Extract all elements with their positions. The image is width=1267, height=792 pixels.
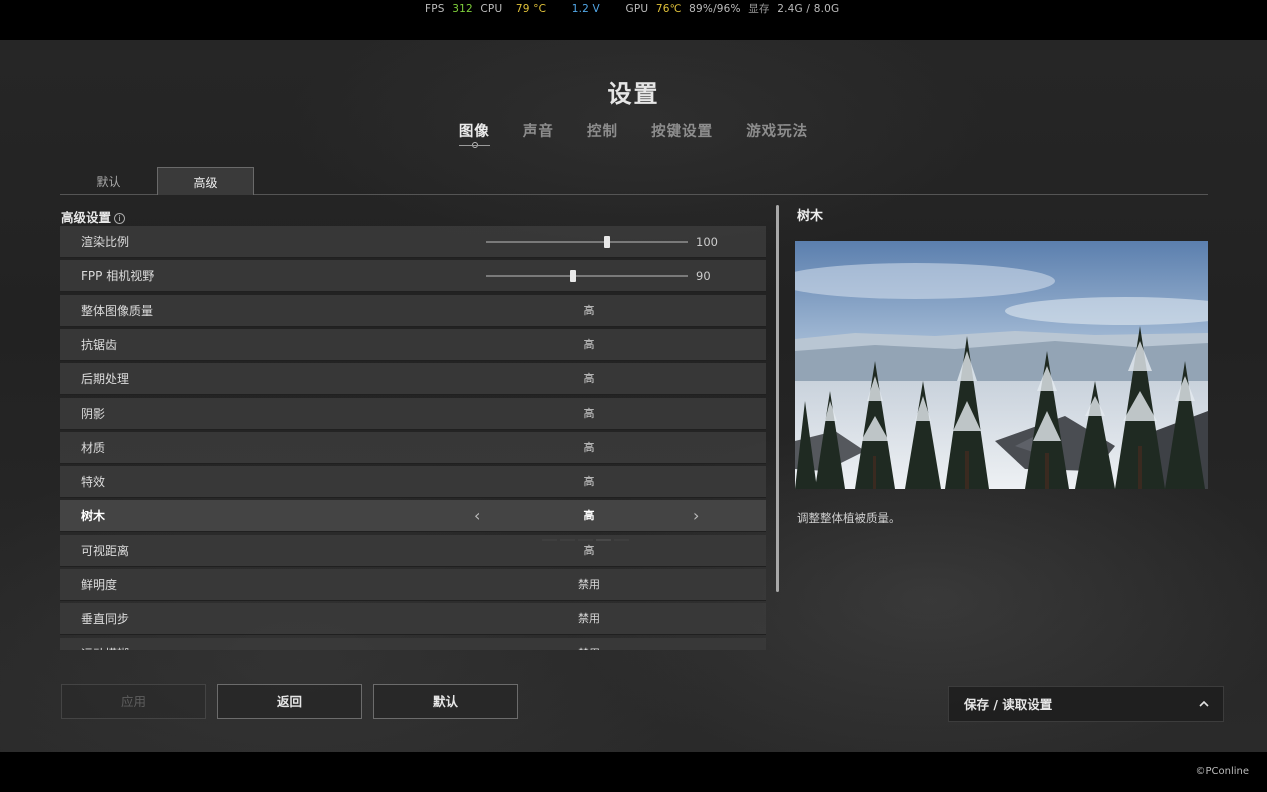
info-icon[interactable]: i <box>114 213 126 224</box>
tab-gameplay[interactable]: 游戏玩法 <box>746 120 808 141</box>
slider-track[interactable] <box>486 241 688 243</box>
main-tab-bar: 图像 声音 控制 按键设置 游戏玩法 <box>0 120 1267 148</box>
performance-overlay: FPS 312 CPU 79 °C 1.2 V GPU 76℃ 89%/96% … <box>425 1 843 16</box>
setting-row[interactable]: 渲染比例 100 <box>60 226 766 258</box>
gpu-label: GPU <box>625 3 649 15</box>
setting-value[interactable]: 高 <box>540 432 638 464</box>
tab-keybindings[interactable]: 按键设置 <box>651 120 713 141</box>
apply-button[interactable]: 应用 <box>61 684 206 719</box>
bottom-bar <box>0 752 1267 792</box>
watermark: ©PConline <box>1195 766 1249 777</box>
setting-name: 后期处理 <box>81 372 130 386</box>
subtab-default[interactable]: 默认 <box>60 167 157 195</box>
tab-audio[interactable]: 声音 <box>523 120 554 141</box>
subtab-advanced[interactable]: 高级 <box>157 167 254 195</box>
setting-value[interactable]: 禁用 <box>540 638 638 650</box>
detail-description: 调整整体植被质量。 <box>797 511 901 525</box>
setting-name: 材质 <box>81 441 106 455</box>
setting-value[interactable]: 高 <box>540 363 638 395</box>
setting-row[interactable]: 可视距离 高 <box>60 535 766 567</box>
setting-row[interactable]: FPP 相机视野 90 <box>60 260 766 292</box>
sub-tab-bar: 默认 高级 <box>60 167 1208 195</box>
slider-handle[interactable] <box>604 236 610 248</box>
setting-name: 运动模糊 <box>81 638 129 650</box>
vram-value: 2.4G / 8.0G <box>777 3 840 15</box>
setting-name: 抗锯齿 <box>81 338 118 352</box>
settings-scrollbar[interactable] <box>776 205 779 592</box>
fps-value: 312 <box>452 3 473 15</box>
cpu-temp: 79 °C <box>515 3 547 15</box>
setting-value[interactable]: 禁用 <box>540 603 638 635</box>
setting-row[interactable]: 鲜明度 禁用 <box>60 569 766 601</box>
setting-name: 垂直同步 <box>81 612 130 626</box>
page-title: 设置 <box>607 80 660 108</box>
setting-name: 特效 <box>81 475 106 489</box>
section-title-text: 高级设置 <box>61 210 112 225</box>
setting-row[interactable]: 材质 高 <box>60 432 766 464</box>
setting-name: 鲜明度 <box>81 578 118 592</box>
tab-graphics[interactable]: 图像 <box>458 120 490 148</box>
setting-name: 渲染比例 <box>81 235 130 249</box>
setting-row[interactable]: 运动模糊 禁用 <box>60 638 766 650</box>
setting-row[interactable]: 垂直同步 禁用 <box>60 603 766 635</box>
slider-value: 90 <box>696 269 711 283</box>
setting-name: 可视距离 <box>81 544 130 558</box>
back-button[interactable]: 返回 <box>217 684 362 719</box>
slider-handle[interactable] <box>570 270 576 282</box>
setting-row[interactable]: 整体图像质量 高 <box>60 295 766 327</box>
chevron-right-icon[interactable]: › <box>693 500 699 531</box>
setting-value[interactable]: 禁用 <box>540 569 638 601</box>
snowy-forest-preview <box>795 241 1208 489</box>
fps-label: FPS <box>425 3 445 15</box>
slider-track[interactable] <box>486 275 688 277</box>
save-load-label: 保存 / 读取设置 <box>964 697 1053 712</box>
setting-row[interactable]: 特效 高 <box>60 466 766 498</box>
gpu-usage: 89%/96% <box>689 3 741 15</box>
setting-name: FPP 相机视野 <box>81 269 155 283</box>
chevron-up-icon[interactable] <box>1199 699 1209 709</box>
setting-value[interactable]: 高 <box>540 466 638 498</box>
settings-list: 渲染比例 100 FPP 相机视野 90 整体图像质量高抗锯齿高后期处理高阴影高材质高特… <box>60 226 766 650</box>
setting-row[interactable]: 后期处理 高 <box>60 363 766 395</box>
default-button[interactable]: 默认 <box>373 684 518 719</box>
chevron-left-icon[interactable]: ‹ <box>474 500 480 531</box>
cpu-voltage: 1.2 V <box>571 3 600 15</box>
setting-value[interactable]: 高 <box>540 329 638 361</box>
setting-value[interactable]: 高 <box>540 535 638 567</box>
setting-name: 整体图像质量 <box>81 304 154 318</box>
tab-controls[interactable]: 控制 <box>587 120 618 141</box>
setting-value[interactable]: 高 <box>540 295 638 327</box>
setting-name: 树木 <box>81 509 106 523</box>
setting-name: 阴影 <box>81 407 106 421</box>
gpu-temp: 76℃ <box>655 3 682 15</box>
setting-row[interactable]: 树木高 ‹ › <box>60 500 766 541</box>
save-load-panel[interactable]: 保存 / 读取设置 <box>948 686 1224 722</box>
setting-row[interactable]: 阴影 高 <box>60 398 766 430</box>
performance-overlay-bar: FPS 312 CPU 79 °C 1.2 V GPU 76℃ 89%/96% … <box>0 0 1267 40</box>
setting-row[interactable]: 抗锯齿 高 <box>60 329 766 361</box>
preview-image <box>795 241 1208 489</box>
detail-title: 树木 <box>797 209 824 224</box>
vram-label: 显存 <box>748 3 770 15</box>
slider-value: 100 <box>696 235 718 249</box>
cpu-label: CPU <box>480 3 503 15</box>
section-title: 高级设置 i <box>61 207 126 226</box>
setting-value[interactable]: 高 <box>540 398 638 430</box>
